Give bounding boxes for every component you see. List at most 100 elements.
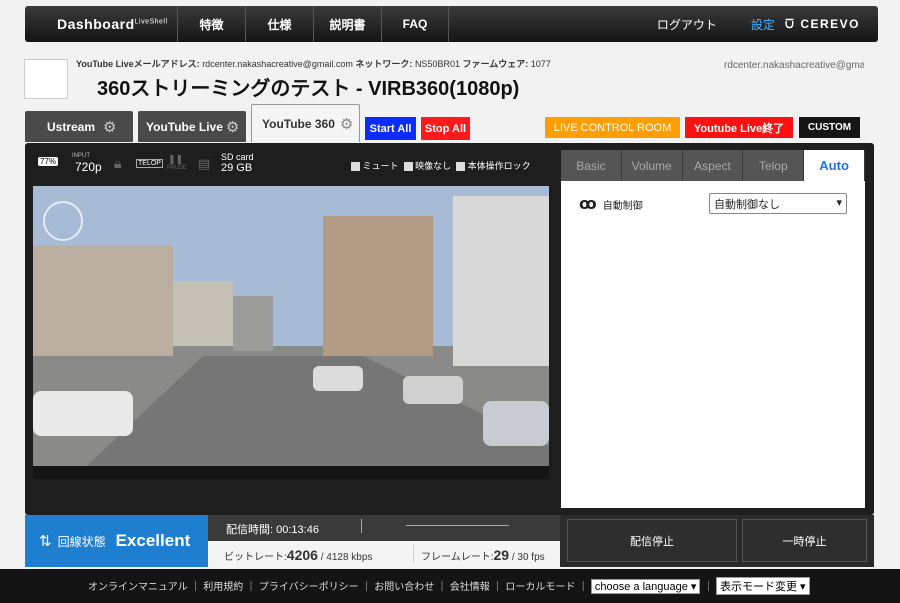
tab-telop[interactable]: Telop [743, 150, 804, 181]
live-control-room-button[interactable]: LIVE CONTROL ROOM [545, 117, 680, 138]
firmware-value: 1077 [530, 59, 551, 69]
connection-status: ⇅ 回線状態 Excellent [25, 515, 208, 567]
start-all-button[interactable]: Start All [365, 117, 416, 140]
cerevo-icon: ⩂ [784, 16, 796, 31]
framerate: フレームレート:29 / 30 fps [421, 547, 545, 563]
tab-basic[interactable]: Basic [561, 150, 621, 181]
footer-link-company[interactable]: 会社情報 [450, 582, 490, 593]
updown-icon: ⇅ [39, 533, 52, 550]
display-mode-select[interactable]: 表示モード変更 ▾ [716, 577, 810, 595]
no-video-label: 映像なし [415, 161, 452, 171]
right-panel: Basic Volume Aspect Telop Auto ꝏ 自動制御 自動… [561, 150, 865, 508]
gear-icon[interactable]: ⚙ [340, 115, 353, 133]
brand[interactable]: DashboardLiveShell [25, 16, 177, 32]
yt-email: rdcenter.nakashacreative@gmail.com [202, 59, 353, 69]
lock-icon: 🔒︎ [114, 155, 122, 171]
input-resolution: 720p [75, 160, 102, 174]
nav-item-spec[interactable]: 仕様 [245, 6, 313, 42]
auto-control-row: ꝏ 自動制御 [579, 194, 643, 214]
tab-aspect[interactable]: Aspect [682, 150, 743, 181]
tab-youtube360[interactable]: YouTube 360 ⚙ [251, 104, 360, 142]
footer-link-manual[interactable]: オンラインマニュアル [88, 582, 188, 593]
sd-card-capacity: 29 GB [221, 162, 253, 174]
fps-label: フレームレート: [421, 552, 494, 563]
toggles: ミュート 映像なし 本体操作ロック [351, 159, 531, 172]
custom-button[interactable]: CUSTOM [799, 117, 860, 138]
pause-label: PAUSE [167, 165, 187, 171]
brand-sup: LiveShell [134, 18, 168, 26]
stream-time-value: 00:13:46 [276, 524, 319, 536]
footer-links: オンラインマニュアル ｜ 利用規約 ｜ プライバシーポリシー ｜ お問い合わせ … [88, 577, 810, 595]
auto-control-icon: ꝏ [579, 196, 597, 213]
bitrate-value: 4206 [286, 547, 318, 563]
footer-link-terms[interactable]: 利用規約 [203, 582, 243, 593]
footer-link-privacy[interactable]: プライバシーポリシー [259, 582, 359, 593]
auto-control-select[interactable]: 自動制御なし ▾ [709, 193, 847, 214]
pause-icon: ❚❚ [168, 154, 184, 164]
pan-control-icon[interactable] [43, 201, 83, 241]
display-mode-value: 表示モード変更 [720, 581, 797, 593]
stream-time-label: 配信時間: [226, 524, 274, 536]
brand-label: Dashboard [57, 16, 135, 32]
connection-value: Excellent [115, 531, 191, 550]
tab-volume[interactable]: Volume [621, 150, 682, 181]
mute-checkbox[interactable] [351, 162, 360, 172]
tab-youtube360-label: YouTube 360 [262, 116, 335, 131]
account-email: rdcenter.nakashacreative@gmail.com [724, 60, 864, 71]
firmware-label: ファームウェア: [462, 59, 529, 69]
bitrate-label: ビットレート: [224, 552, 287, 563]
footer-link-contact[interactable]: お問い合わせ [374, 582, 434, 593]
no-video-checkbox[interactable] [403, 162, 413, 172]
top-nav: DashboardLiveShell 特徴 仕様 説明書 FAQ ログアウト 設… [25, 6, 878, 42]
gear-icon[interactable]: ⚙ [226, 118, 239, 136]
volume-percent: 77% [38, 157, 59, 166]
fps-max: / 30 fps [511, 552, 545, 563]
bitrate-max: / 4128 kbps [320, 552, 373, 563]
tab-youtube-live-label: YouTube Live [146, 119, 223, 134]
telop-indicator: TELOP [136, 159, 163, 168]
connection-label: 回線状態 [57, 534, 106, 549]
cerevo-logo: ⩂ CEREVO [785, 16, 860, 32]
street-scene-image [33, 186, 549, 479]
fps-value: 29 [493, 547, 510, 563]
network-label: ネットワーク: [355, 59, 413, 69]
chevron-down-icon: ▾ [836, 197, 842, 209]
pause-stream-button[interactable]: 一時停止 [742, 519, 867, 562]
lock-checkbox[interactable] [456, 162, 466, 172]
nav-item-faq[interactable]: FAQ [381, 6, 449, 42]
tab-ustream-label: Ustream [47, 119, 96, 134]
rate-row: ビットレート:4206 / 4128 kbps フレームレート:29 / 30 … [208, 541, 560, 567]
stop-all-button[interactable]: Stop All [421, 117, 470, 140]
video-preview[interactable] [33, 186, 549, 479]
youtube-live-end-button[interactable]: Youtube Live終了 [685, 117, 793, 138]
divider [361, 519, 362, 533]
stream-time: 配信時間: 00:13:46 [226, 521, 319, 537]
tab-ustream[interactable]: Ustream ⚙ [25, 111, 133, 142]
mute-label: ミュート [362, 161, 399, 171]
network-value: NS50BR01 [414, 59, 460, 69]
language-select-value: choose a language [594, 581, 688, 593]
status-bar: 77% INPUT 720p 🔒︎ TELOP ❚❚ PAUSE ▤ SD ca… [33, 150, 553, 176]
tab-auto[interactable]: Auto [804, 150, 864, 181]
sd-card-icon: ▤ [198, 156, 211, 171]
language-select[interactable]: choose a language ▾ [590, 579, 701, 594]
settings-link[interactable]: 設定 [751, 16, 775, 33]
cerevo-logo-text: CEREVO [800, 17, 860, 31]
divider [406, 525, 509, 526]
yt-email-label: YouTube Liveメールアドレス: [76, 59, 200, 69]
footer-link-local[interactable]: ローカルモード [505, 582, 575, 593]
lock-label: 本体操作ロック [467, 161, 531, 171]
gear-icon[interactable]: ⚙ [103, 118, 116, 136]
nav-item-manual[interactable]: 説明書 [313, 6, 381, 42]
account-info: YouTube Liveメールアドレス: rdcenter.nakashacre… [76, 57, 551, 70]
logout-link[interactable]: ログアウト [657, 16, 717, 33]
nav-item-features[interactable]: 特徴 [177, 6, 245, 42]
auto-control-label: 自動制御 [602, 200, 643, 212]
sd-card-label: SD card [221, 152, 254, 162]
channel-thumbnail[interactable] [24, 59, 68, 99]
stop-stream-button[interactable]: 配信停止 [567, 519, 737, 562]
page-title: 360ストリーミングのテスト - VIRB360(1080p) [97, 78, 520, 100]
tab-youtube-live[interactable]: YouTube Live ⚙ [138, 111, 246, 142]
auto-control-select-value: 自動制御なし [714, 199, 780, 211]
input-label: INPUT [72, 153, 90, 159]
